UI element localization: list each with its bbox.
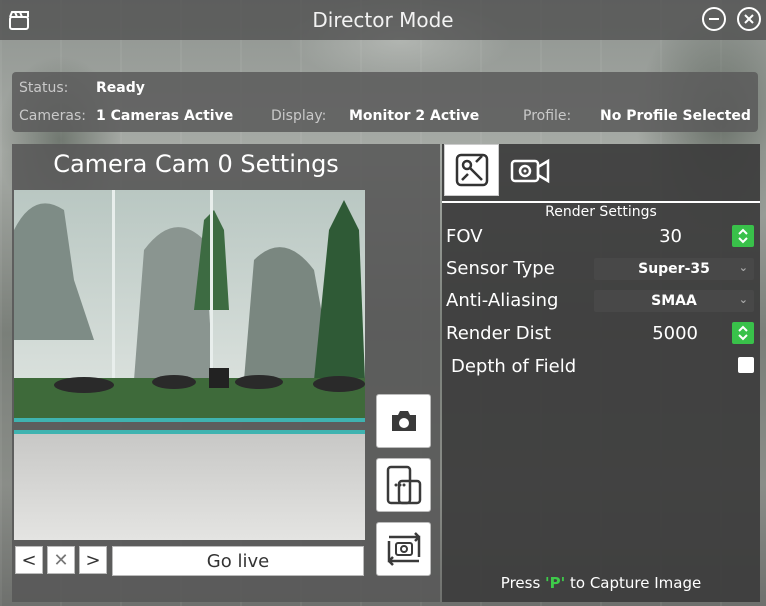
display-label: Display: [271,108,327,124]
go-live-button[interactable]: Go live [112,546,364,576]
sensor-type-value: Super-35 [638,261,710,277]
title-bar: Director Mode [0,0,766,40]
status-bar: Status: Ready Cameras: 1 Cameras Active … [12,72,758,132]
render-dist-label: Render Dist [446,323,552,344]
window-title: Director Mode [312,8,454,32]
render-dist-value[interactable]: 5000 [632,323,698,344]
hint-key: 'P' [545,574,566,592]
camera-preview [14,190,365,540]
fov-stepper[interactable] [732,225,754,247]
sensor-type-label: Sensor Type [446,258,555,279]
tab-camera-settings[interactable] [502,144,557,196]
profile-label: Profile: [523,108,572,124]
sensor-type-select[interactable]: Super-35 ⌄ [594,258,754,280]
capture-button[interactable] [376,394,431,448]
fov-value[interactable]: 30 [642,226,682,247]
settings-panel: Render Settings FOV 30 Sensor Type Super… [442,144,760,602]
render-settings-icon [455,153,488,187]
anti-aliasing-label: Anti-Aliasing [446,290,559,311]
profile-value: No Profile Selected [600,108,751,124]
status-label: Status: [19,80,69,96]
remove-camera-button[interactable]: ✕ [47,546,75,574]
up-down-arrows-icon [738,228,748,244]
tab-divider [442,201,760,203]
split-view-icon [386,465,421,505]
close-circle-icon [744,14,754,24]
camera-settings-title: Camera Cam 0 Settings [53,150,339,178]
section-title: Render Settings [545,204,657,220]
depth-of-field-checkbox[interactable] [738,357,754,373]
fov-label: FOV [446,226,483,247]
render-dist-stepper[interactable] [732,322,754,344]
next-camera-button[interactable]: > [79,546,107,574]
preview-scene-image [14,190,365,540]
prev-camera-button[interactable]: < [15,546,43,574]
chevron-down-icon: ⌄ [738,261,748,274]
camera-icon [391,411,416,431]
minimize-button[interactable] [702,7,726,31]
cameras-label: Cameras: [19,108,86,124]
anti-aliasing-value: SMAA [651,293,697,309]
status-value: Ready [96,80,145,96]
capture-hint: Press 'P' to Capture Image [442,574,760,592]
hint-suffix: to Capture Image [565,574,702,592]
switch-camera-button[interactable] [376,522,431,576]
tab-render-settings[interactable] [444,144,499,196]
depth-of-field-label: Depth of Field [451,356,577,377]
split-view-button[interactable] [376,458,431,512]
hint-prefix: Press [500,574,546,592]
display-value: Monitor 2 Active [349,108,480,124]
chevron-down-icon: ⌄ [738,293,748,306]
cameras-value: 1 Cameras Active [96,108,234,124]
close-button[interactable] [737,7,761,31]
up-down-arrows-icon [738,325,748,341]
anti-aliasing-select[interactable]: SMAA ⌄ [594,290,754,312]
switch-camera-icon [387,532,420,566]
minus-circle-icon [709,18,719,20]
camera-settings-icon [510,158,549,184]
